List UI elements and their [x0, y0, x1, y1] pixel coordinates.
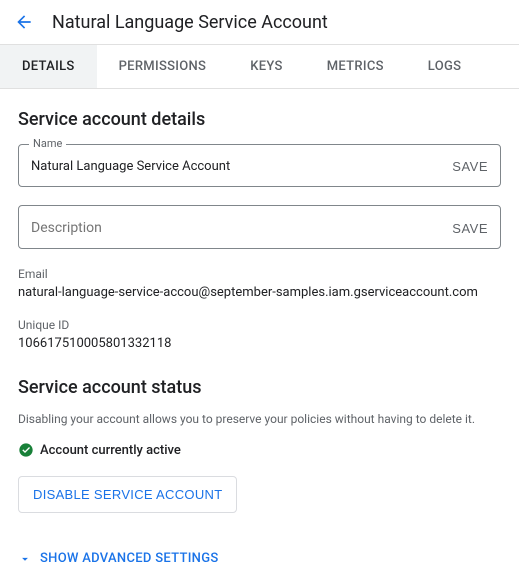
- email-value: natural-language-service-accou@september…: [18, 285, 501, 300]
- status-active-text: Account currently active: [40, 443, 181, 458]
- description-input-group[interactable]: Description SAVE: [18, 205, 501, 249]
- description-input[interactable]: Description: [31, 220, 102, 236]
- status-description: Disabling your account allows you to pre…: [18, 412, 501, 426]
- check-circle-icon: [18, 442, 34, 458]
- tab-keys[interactable]: KEYS: [228, 45, 304, 88]
- status-section-title: Service account status: [18, 377, 501, 398]
- back-arrow-icon[interactable]: [12, 10, 36, 34]
- show-advanced-toggle[interactable]: SHOW ADVANCED SETTINGS: [18, 551, 501, 566]
- page-header: Natural Language Service Account: [0, 0, 519, 45]
- name-label: Name: [29, 137, 66, 150]
- tab-logs[interactable]: LOGS: [406, 45, 484, 88]
- tab-bar: DETAILS PERMISSIONS KEYS METRICS LOGS: [0, 45, 519, 89]
- uniqueid-label: Unique ID: [18, 318, 501, 332]
- description-save-button[interactable]: SAVE: [452, 221, 488, 236]
- name-save-button[interactable]: SAVE: [452, 159, 488, 174]
- name-input[interactable]: Natural Language Service Account: [31, 159, 452, 174]
- status-row: Account currently active: [18, 442, 501, 458]
- email-field: Email natural-language-service-accou@sep…: [18, 267, 501, 300]
- page-title: Natural Language Service Account: [52, 12, 328, 33]
- tab-metrics[interactable]: METRICS: [305, 45, 406, 88]
- status-section: Service account status Disabling your ac…: [18, 377, 501, 513]
- tab-details[interactable]: DETAILS: [0, 45, 97, 88]
- name-input-group[interactable]: Name Natural Language Service Account SA…: [18, 144, 501, 187]
- email-label: Email: [18, 267, 501, 281]
- tab-permissions[interactable]: PERMISSIONS: [97, 45, 229, 88]
- uniqueid-value: 106617510005801332118: [18, 336, 501, 351]
- details-section-title: Service account details: [18, 109, 501, 130]
- chevron-down-icon: [18, 552, 32, 566]
- uniqueid-field: Unique ID 106617510005801332118: [18, 318, 501, 351]
- show-advanced-label: SHOW ADVANCED SETTINGS: [40, 551, 219, 566]
- disable-service-account-button[interactable]: DISABLE SERVICE ACCOUNT: [18, 476, 237, 513]
- content-area: Service account details Name Natural Lan…: [0, 89, 519, 586]
